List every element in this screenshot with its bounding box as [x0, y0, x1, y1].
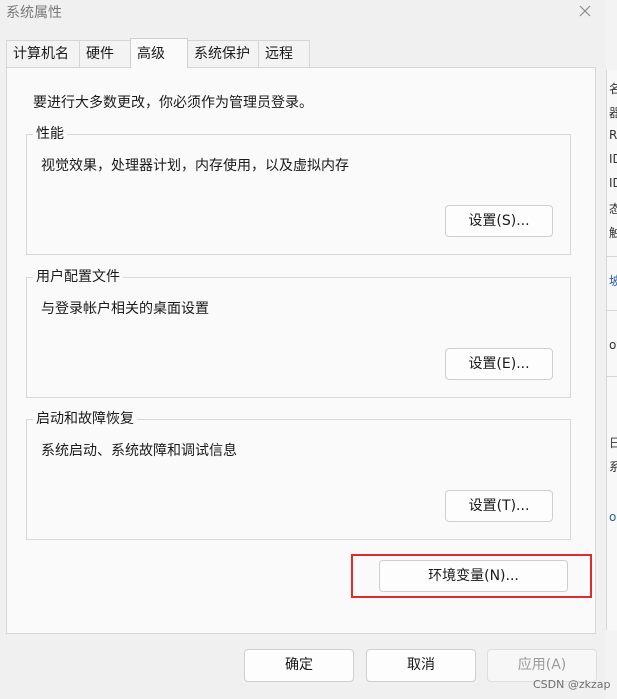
system-properties-dialog: 系统属性 计算机名 硬件 高级 系统保护 远程 要进行大多数更改，你必须作为管理…	[0, 0, 606, 699]
background-text: ov	[609, 338, 617, 352]
group-description: 与登录帐户相关的桌面设置	[41, 301, 209, 317]
startup-recovery-group: 启动和故障恢复 系统启动、系统故障和调试信息 设置(T)...	[26, 410, 571, 540]
tab-system-protection[interactable]: 系统保护	[187, 40, 259, 68]
background-text: RA	[609, 128, 617, 142]
user-profiles-group: 用户配置文件 与登录帐户相关的桌面设置 设置(E)...	[26, 268, 571, 398]
user-profiles-settings-button[interactable]: 设置(E)...	[445, 348, 553, 380]
environment-variables-button[interactable]: 环境变量(N)...	[379, 560, 568, 592]
admin-note: 要进行大多数更改，你必须作为管理员登录。	[33, 95, 313, 111]
performance-group: 性能 视觉效果，处理器计划，内存使用，以及虚拟内存 设置(S)...	[26, 125, 571, 255]
performance-settings-button[interactable]: 设置(S)...	[445, 205, 553, 237]
background-window: 名 器 RA ID ID 态 触 坡 ov 日 系 os	[606, 70, 617, 630]
advanced-tab-page: 要进行大多数更改，你必须作为管理员登录。 性能 视觉效果，处理器计划，内存使用，…	[6, 67, 596, 634]
dialog-title: 系统属性	[6, 5, 62, 21]
background-divider	[607, 256, 617, 257]
tab-remote[interactable]: 远程	[258, 40, 310, 68]
background-text: ID	[609, 176, 617, 190]
background-text: 系	[609, 460, 617, 474]
background-text: 触	[609, 226, 617, 240]
group-title: 性能	[33, 125, 67, 143]
tab-hardware[interactable]: 硬件	[79, 40, 131, 68]
background-text: ID	[609, 152, 617, 166]
cancel-button[interactable]: 取消	[366, 649, 476, 682]
group-title: 用户配置文件	[33, 268, 123, 286]
watermark: CSDN @zkzap	[533, 678, 611, 691]
background-link: os	[609, 510, 617, 524]
close-icon[interactable]	[577, 3, 593, 19]
group-description: 系统启动、系统故障和调试信息	[41, 443, 237, 459]
tab-advanced[interactable]: 高级	[130, 38, 188, 68]
background-divider	[607, 310, 617, 311]
background-link: 坡	[609, 274, 617, 288]
background-text: 日	[609, 436, 617, 450]
screen: 名 器 RA ID ID 态 触 坡 ov 日 系 os 系统属性 计算机名 硬…	[0, 0, 617, 699]
group-description: 视觉效果，处理器计划，内存使用，以及虚拟内存	[41, 158, 349, 174]
startup-recovery-settings-button[interactable]: 设置(T)...	[445, 490, 553, 522]
background-text: 态	[609, 202, 617, 216]
background-divider	[607, 376, 617, 377]
background-text: 名	[609, 82, 617, 96]
tab-computer-name[interactable]: 计算机名	[6, 40, 80, 68]
background-text: 器	[609, 106, 617, 120]
group-title: 启动和故障恢复	[33, 410, 137, 428]
ok-button[interactable]: 确定	[244, 649, 354, 682]
